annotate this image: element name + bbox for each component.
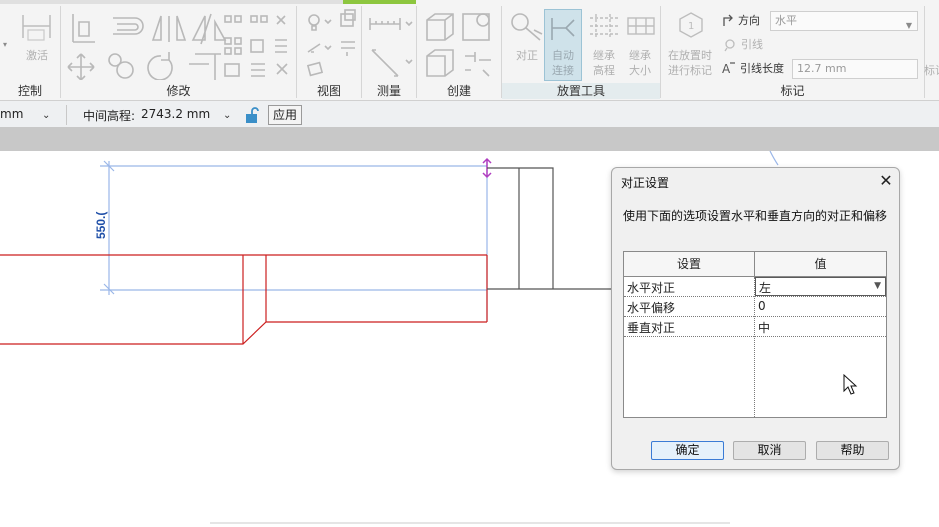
unit-select-value[interactable]: mm	[0, 107, 23, 121]
panel-modify: 修改	[61, 0, 296, 101]
panel-title-measure: 测量	[376, 84, 401, 98]
help-button[interactable]: 帮助	[816, 441, 889, 460]
inherit-elevation-icon[interactable]	[586, 10, 622, 44]
leader-length-input[interactable]: 12.7 mm	[792, 59, 918, 79]
svg-text:1: 1	[688, 21, 694, 32]
chevron-down-icon[interactable]: ⌄	[223, 110, 231, 121]
panel-title-create: 创建	[446, 84, 471, 98]
leader-icon	[724, 39, 735, 52]
justification-settings-dialog: 对正设置 ✕ 使用下面的选项设置水平和垂直方向的对正和偏移 设置 值 水平对正 …	[611, 167, 900, 470]
direction-label: 方向	[738, 14, 760, 27]
view-tools-icons[interactable]	[303, 8, 361, 78]
panel-title-modify: 修改	[166, 84, 191, 98]
auto-connect-label-2: 连接	[552, 64, 574, 77]
leader-checkbox-label[interactable]: 引线	[741, 37, 763, 52]
chevron-down-icon: ▼	[874, 281, 881, 291]
measure-tools-icons[interactable]	[368, 10, 416, 80]
panel-view: 视图	[297, 0, 361, 101]
column-header-value: 值	[814, 257, 827, 271]
cancel-button[interactable]: 取消	[733, 441, 806, 460]
dimension-text: 550.(	[94, 212, 108, 239]
table-row[interactable]: 水平偏移 0	[624, 297, 886, 317]
tag-on-placement-label-2[interactable]: 进行标记	[661, 63, 719, 78]
row-setting-label: 垂直对正	[627, 321, 676, 335]
duct-fitting[interactable]	[487, 167, 611, 290]
tag-on-placement-label-1[interactable]: 在放置时	[661, 48, 719, 63]
select-value: 左	[759, 281, 772, 295]
control-dropdown-icon[interactable]: ▾	[3, 40, 7, 49]
panel-separator	[924, 6, 925, 98]
direction-select[interactable]: 水平 ▼	[770, 11, 918, 31]
horizontal-justification-select[interactable]: 左 ▼	[755, 277, 886, 296]
chevron-down-icon: ▼	[905, 21, 912, 30]
table-row[interactable]: 水平对正 左 ▼	[624, 277, 886, 297]
direction-icon	[723, 14, 733, 26]
panel-tag: 1 在放置时 进行标记 方向 水平 ▼ 引线 A 引线长度 12.7 mm 标记	[661, 0, 924, 101]
tag-on-placement-icon[interactable]: 1	[675, 10, 707, 44]
panel-title-tag: 标记	[780, 84, 805, 98]
middle-elevation-input[interactable]: 2743.2 mm	[141, 107, 210, 121]
close-icon[interactable]: ✕	[875, 170, 897, 192]
apply-button[interactable]: 应用	[268, 105, 302, 125]
inherit-elevation-label-1[interactable]: 继承	[584, 48, 624, 63]
edge-tag-label: 标记	[924, 64, 939, 77]
panel-create: 创建	[417, 0, 501, 101]
activate-dimension-icon[interactable]	[20, 10, 54, 44]
inherit-size-label-1[interactable]: 继承	[620, 48, 660, 63]
column-header-setting: 设置	[676, 257, 701, 271]
grid-header: 设置 值	[624, 252, 886, 277]
row-setting-label: 水平偏移	[627, 301, 676, 315]
inherit-size-label-2[interactable]: 大小	[620, 63, 660, 78]
chevron-down-icon[interactable]: ⌄	[42, 110, 50, 121]
mouse-cursor-icon	[843, 374, 858, 395]
direction-select-value: 水平	[775, 14, 797, 27]
scroll-indicator	[210, 522, 730, 524]
svg-text:A: A	[722, 62, 731, 76]
leader-length-icon: A	[722, 62, 735, 76]
inherit-size-icon[interactable]	[624, 10, 658, 44]
ok-button[interactable]: 确定	[651, 441, 724, 460]
view-tab-strip	[0, 128, 939, 151]
unlock-icon[interactable]	[244, 106, 260, 124]
panel-measure: 测量	[362, 0, 416, 101]
activate-label[interactable]: 激活	[20, 48, 54, 63]
panel-control: 激活 ▾ 控制	[0, 0, 60, 101]
options-separator	[66, 105, 67, 125]
duct-red[interactable]	[0, 254, 488, 345]
middle-elevation-label: 中间高程:	[83, 109, 136, 123]
row-setting-label: 水平对正	[627, 281, 676, 295]
auto-connect-icon	[551, 18, 575, 40]
justify-label[interactable]: 对正	[508, 48, 546, 63]
panel-title-control: 控制	[17, 84, 42, 98]
modify-tools-icons[interactable]	[65, 8, 300, 80]
dialog-description: 使用下面的选项设置水平和垂直方向的对正和偏移	[623, 209, 888, 223]
ribbon: 激活 ▾ 控制 修改 视图 测量 创建 对正 自动 连接 继承 高程 继承 大小…	[0, 0, 939, 101]
options-bar: mm ⌄ 中间高程: 2743.2 mm ⌄ 应用	[0, 101, 939, 128]
auto-connect-label-1: 自动	[552, 49, 574, 62]
leader-length-label: 引线长度	[740, 62, 784, 75]
dialog-title: 对正设置	[621, 176, 670, 190]
inherit-elevation-label-2[interactable]: 高程	[584, 63, 624, 78]
create-tools-icons[interactable]	[423, 8, 501, 80]
justify-icon[interactable]	[508, 10, 546, 44]
vertical-justification-value[interactable]: 中	[758, 319, 770, 336]
horizontal-offset-value[interactable]: 0	[758, 299, 766, 313]
panel-placement-tools: 对正 自动 连接 继承 高程 继承 大小 放置工具	[502, 0, 660, 101]
table-row[interactable]: 垂直对正 中	[624, 317, 886, 337]
panel-title-view: 视图	[316, 84, 341, 98]
panel-title-placement-tools: 放置工具	[502, 83, 660, 99]
